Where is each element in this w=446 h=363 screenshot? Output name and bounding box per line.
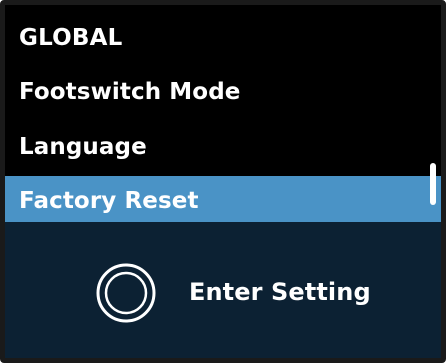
menu-item-footswitch-mode[interactable]: Footswitch Mode: [5, 67, 441, 117]
enter-setting-label: Enter Setting: [189, 278, 371, 306]
scrollbar-thumb[interactable]: [430, 163, 436, 205]
device-screen: GLOBAL Footswitch Mode Language Factory …: [0, 0, 446, 363]
menu-item-label: Factory Reset: [19, 188, 199, 214]
menu-item-factory-reset[interactable]: Factory Reset: [5, 176, 441, 226]
menu-item-language[interactable]: Language: [5, 122, 441, 172]
menu-item-label: Footswitch Mode: [19, 79, 241, 105]
menu-item-label: Language: [19, 134, 147, 160]
screen-title: GLOBAL: [19, 25, 123, 51]
action-panel[interactable]: Enter Setting: [5, 222, 441, 358]
knob-circle-icon: [96, 263, 156, 323]
